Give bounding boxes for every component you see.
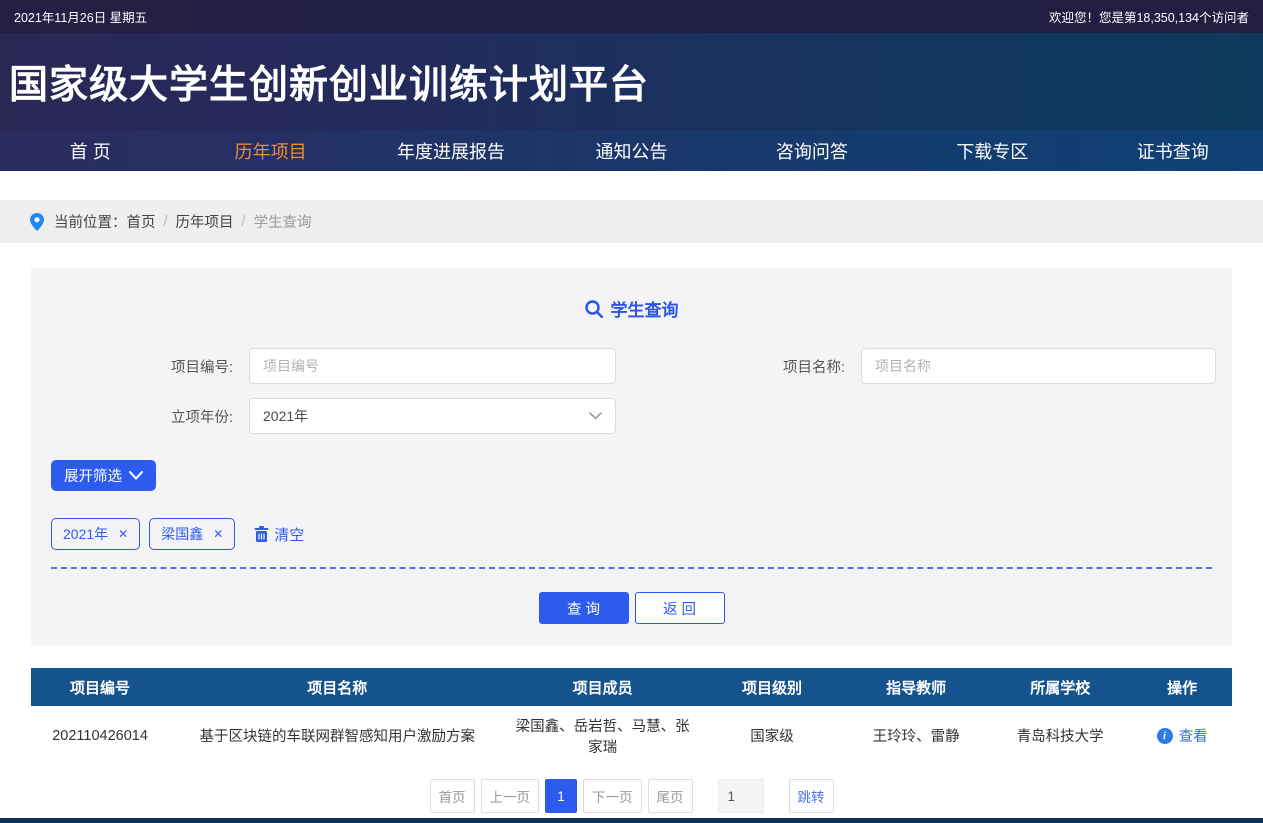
filter-tag-year: 2021年 bbox=[51, 518, 140, 550]
page-number-current[interactable]: 1 bbox=[545, 779, 577, 813]
search-icon bbox=[585, 300, 603, 318]
nav-item-notices[interactable]: 通知公告 bbox=[541, 130, 721, 171]
filter-divider bbox=[51, 567, 1212, 569]
expand-filters-label: 展开筛选 bbox=[64, 465, 122, 486]
col-header-school: 所属学校 bbox=[988, 668, 1132, 706]
location-pin-icon bbox=[30, 213, 44, 231]
pagination: 首页 上一页 1 下一页 尾页 跳转 bbox=[0, 779, 1263, 813]
breadcrumb-separator: / bbox=[164, 214, 168, 230]
chevron-down-icon bbox=[589, 412, 602, 420]
site-title: 国家级大学生创新创业训练计划平台 bbox=[9, 54, 649, 110]
page-jump-input[interactable] bbox=[718, 779, 764, 813]
cell-teachers: 王玲玲、雷静 bbox=[844, 706, 988, 765]
nav-item-annual-report[interactable]: 年度进展报告 bbox=[361, 130, 541, 171]
visitor-counter: 欢迎您！您是第18,350,134个访问者 bbox=[1049, 7, 1249, 26]
trash-icon bbox=[254, 526, 269, 543]
breadcrumb-separator: / bbox=[242, 214, 246, 230]
panel-title: 学生查询 bbox=[31, 296, 1232, 321]
breadcrumb-student-query: 学生查询 bbox=[254, 211, 312, 232]
info-icon bbox=[1157, 728, 1173, 744]
page-first-button[interactable]: 首页 bbox=[430, 779, 475, 813]
year-select[interactable]: 2021年 bbox=[249, 398, 616, 434]
cell-members: 梁国鑫、岳岩哲、马慧、张家瑞 bbox=[505, 706, 700, 765]
active-filters-row: 2021年 梁国鑫 清空 bbox=[51, 518, 1232, 550]
results-table: 项目编号 项目名称 项目成员 项目级别 指导教师 所属学校 操作 2021104… bbox=[31, 668, 1232, 765]
project-name-input[interactable] bbox=[861, 348, 1216, 384]
cell-level: 国家级 bbox=[700, 706, 844, 765]
project-name-label: 项目名称: bbox=[616, 356, 861, 377]
breadcrumb-past-projects[interactable]: 历年项目 bbox=[176, 211, 234, 232]
filter-tag-label: 梁国鑫 bbox=[161, 524, 203, 544]
col-header-teachers: 指导教师 bbox=[844, 668, 988, 706]
footer-strip bbox=[0, 818, 1263, 823]
view-link[interactable]: 查看 bbox=[1157, 725, 1208, 746]
view-link-label: 查看 bbox=[1179, 725, 1208, 746]
nav-item-certificate[interactable]: 证书查询 bbox=[1083, 130, 1263, 171]
site-banner: 国家级大学生创新创业训练计划平台 bbox=[0, 33, 1263, 130]
query-button[interactable]: 查 询 bbox=[539, 592, 629, 624]
nav-item-home[interactable]: 首 页 bbox=[0, 130, 180, 171]
col-header-level: 项目级别 bbox=[700, 668, 844, 706]
project-code-label: 项目编号: bbox=[31, 356, 249, 377]
expand-filters-button[interactable]: 展开筛选 bbox=[51, 460, 156, 491]
clear-filters-button[interactable]: 清空 bbox=[254, 524, 304, 545]
page-last-button[interactable]: 尾页 bbox=[648, 779, 693, 813]
filter-tag-student: 梁国鑫 bbox=[149, 518, 235, 550]
year-select-value: 2021年 bbox=[263, 406, 308, 426]
breadcrumb: 当前位置： 首页 / 历年项目 / 学生查询 bbox=[0, 200, 1263, 243]
col-header-actions: 操作 bbox=[1132, 668, 1232, 706]
cell-school: 青岛科技大学 bbox=[988, 706, 1132, 765]
col-header-members: 项目成员 bbox=[505, 668, 700, 706]
page-prev-button[interactable]: 上一页 bbox=[481, 779, 540, 813]
breadcrumb-label: 当前位置： bbox=[54, 211, 127, 232]
current-date: 2021年11月26日 星期五 bbox=[14, 7, 147, 26]
top-bar: 2021年11月26日 星期五 欢迎您！您是第18,350,134个访问者 bbox=[0, 0, 1263, 33]
clear-filters-label: 清空 bbox=[274, 524, 304, 545]
search-panel: 学生查询 项目编号: 项目名称: 立项年份: 2021年 展开筛选 2021年 … bbox=[31, 268, 1232, 645]
table-row: 202110426014 基于区块链的车联网群智感知用户激励方案 梁国鑫、岳岩哲… bbox=[31, 706, 1232, 765]
filter-tag-label: 2021年 bbox=[63, 524, 108, 544]
remove-tag-icon[interactable] bbox=[213, 528, 223, 540]
remove-tag-icon[interactable] bbox=[118, 528, 128, 540]
project-code-input[interactable] bbox=[249, 348, 616, 384]
col-header-project-code: 项目编号 bbox=[31, 668, 169, 706]
panel-title-text: 学生查询 bbox=[611, 296, 679, 321]
nav-item-downloads[interactable]: 下载专区 bbox=[902, 130, 1082, 171]
cell-project-code: 202110426014 bbox=[31, 706, 169, 765]
col-header-project-name: 项目名称 bbox=[169, 668, 505, 706]
main-nav: 首 页 历年项目 年度进展报告 通知公告 咨询问答 下载专区 证书查询 bbox=[0, 130, 1263, 171]
page-jump-button[interactable]: 跳转 bbox=[789, 779, 834, 813]
back-button[interactable]: 返 回 bbox=[635, 592, 725, 624]
nav-item-past-projects[interactable]: 历年项目 bbox=[180, 130, 360, 171]
page-next-button[interactable]: 下一页 bbox=[583, 779, 642, 813]
cell-project-name: 基于区块链的车联网群智感知用户激励方案 bbox=[169, 706, 505, 765]
nav-item-qa[interactable]: 咨询问答 bbox=[722, 130, 902, 171]
breadcrumb-home[interactable]: 首页 bbox=[127, 211, 156, 232]
chevron-down-icon bbox=[129, 471, 143, 480]
table-header-row: 项目编号 项目名称 项目成员 项目级别 指导教师 所属学校 操作 bbox=[31, 668, 1232, 706]
year-label: 立项年份: bbox=[31, 406, 249, 427]
